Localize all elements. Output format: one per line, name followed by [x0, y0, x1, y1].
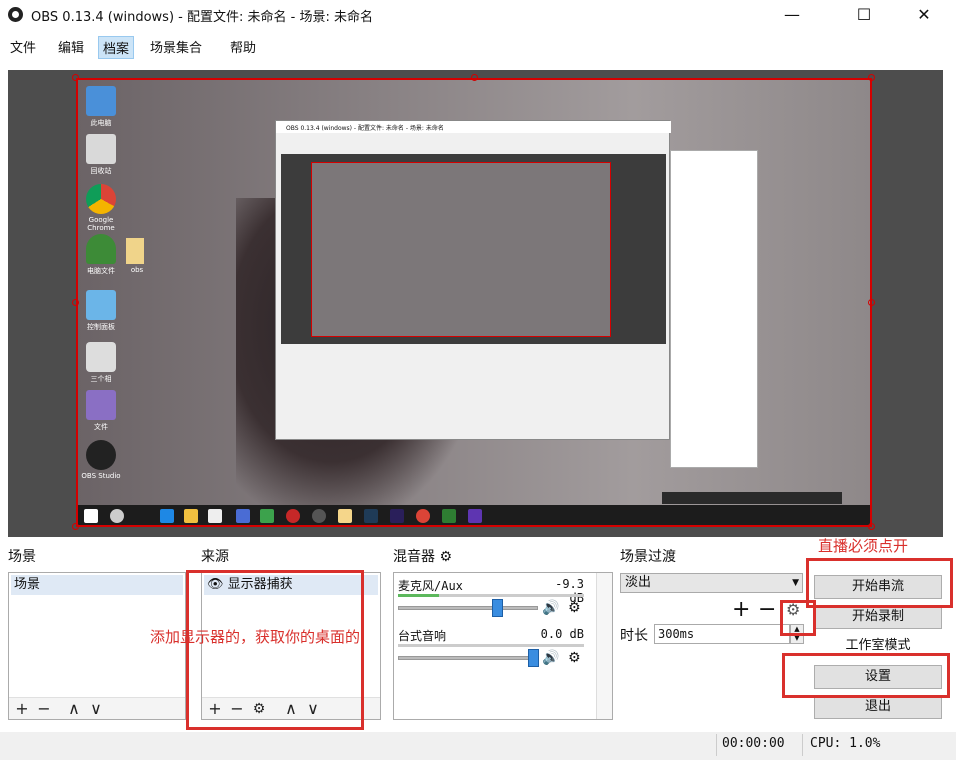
menu-file[interactable]: 文件 — [6, 36, 40, 57]
mixer-scrollbar[interactable] — [596, 573, 612, 719]
menu-profile[interactable]: 档案 — [98, 36, 135, 59]
move-down-icon[interactable]: ∨ — [87, 699, 105, 719]
move-up-icon[interactable]: ∧ — [65, 699, 83, 719]
speaker-icon[interactable]: 🔊 — [542, 600, 559, 616]
resize-handle[interactable] — [72, 74, 79, 81]
audio-meter — [398, 594, 584, 597]
gear-icon[interactable]: ⚙ — [439, 549, 452, 565]
volume-slider-knob[interactable] — [491, 599, 503, 617]
resize-handle[interactable] — [868, 299, 875, 306]
resize-handle[interactable] — [72, 299, 79, 306]
mixer-label-text: 混音器 — [393, 549, 435, 565]
volume-slider-knob[interactable] — [528, 649, 539, 667]
menu-bar: 文件 编辑 档案 场景集合 帮助 — [0, 33, 956, 59]
audio-meter-fill — [398, 594, 439, 597]
divider — [802, 734, 803, 756]
add-scene-button[interactable]: + — [13, 699, 31, 719]
transition-select[interactable]: 淡出 ▼ — [620, 573, 803, 593]
resize-handle[interactable] — [72, 523, 79, 530]
mixer-panel: 麦克风/Aux -9.3 dB 🔊 ⚙ 台式音响 0.0 dB 🔊 ⚙ — [393, 572, 613, 720]
resize-handle[interactable] — [471, 74, 478, 81]
annotation-gear-box — [780, 600, 816, 636]
volume-slider[interactable] — [398, 656, 538, 660]
minimize-button[interactable]: — — [768, 0, 816, 30]
mixer-channel-name: 台式音响 — [398, 629, 447, 643]
mixer-channel-db: 0.0 dB — [540, 627, 584, 641]
sources-label: 来源 — [201, 549, 229, 565]
scenes-toolbar: + − ∧ ∨ — [9, 697, 185, 719]
close-button[interactable]: ✕ — [900, 0, 948, 30]
transition-select-value: 淡出 — [625, 575, 652, 590]
gear-icon[interactable]: ⚙ — [568, 600, 581, 616]
duration-label: 时长 — [620, 628, 648, 644]
resize-handle[interactable] — [868, 74, 875, 81]
source-selection-box[interactable] — [76, 78, 872, 527]
mixer-label: 混音器 ⚙ — [393, 546, 452, 566]
annotation-settings-box — [782, 653, 950, 698]
window-title: OBS 0.13.4 (windows) - 配置文件: 未命名 - 场景: 未… — [31, 10, 373, 25]
scenes-label: 场景 — [8, 549, 36, 565]
speaker-icon[interactable]: 🔊 — [542, 650, 559, 666]
duration-input[interactable]: 300ms — [654, 624, 790, 644]
menu-scene-collection[interactable]: 场景集合 — [146, 36, 206, 57]
annotation-stream-box — [806, 558, 953, 608]
menu-edit[interactable]: 编辑 — [54, 36, 88, 57]
audio-meter — [398, 644, 584, 647]
transitions-label: 场景过渡 — [620, 549, 676, 565]
divider — [716, 734, 717, 756]
add-transition-button[interactable]: + — [732, 597, 750, 622]
scene-item[interactable]: 场景 — [11, 575, 183, 595]
annotation-sources-box — [186, 570, 364, 730]
menu-help[interactable]: 帮助 — [226, 36, 260, 57]
stream-time: 00:00:00 — [722, 736, 785, 751]
status-bar: 00:00:00 CPU: 1.0% — [0, 732, 956, 760]
obs-logo-icon — [8, 7, 23, 22]
exit-button[interactable]: 退出 — [814, 695, 942, 719]
start-recording-button[interactable]: 开始录制 — [814, 605, 942, 629]
dropdown-arrow-icon: ▼ — [792, 578, 799, 588]
source-annotation-text: 添加显示器的，获取你的桌面的 — [150, 628, 361, 646]
stream-annotation-text: 直播必须点开 — [818, 537, 909, 555]
preview-canvas[interactable]: 此电脑 回收站 Google Chrome 电脑文件 obs 控制面板 三个相 … — [8, 70, 943, 537]
remove-scene-button[interactable]: − — [35, 699, 53, 719]
resize-handle[interactable] — [868, 523, 875, 530]
mixer-channel-name: 麦克风/Aux — [398, 579, 463, 593]
gear-icon[interactable]: ⚙ — [568, 650, 581, 666]
maximize-button[interactable]: ☐ — [840, 0, 888, 30]
cpu-usage: CPU: 1.0% — [810, 736, 881, 751]
remove-transition-button[interactable]: − — [758, 597, 776, 622]
title-bar: OBS 0.13.4 (windows) - 配置文件: 未命名 - 场景: 未… — [0, 0, 956, 30]
volume-slider[interactable] — [398, 606, 538, 610]
